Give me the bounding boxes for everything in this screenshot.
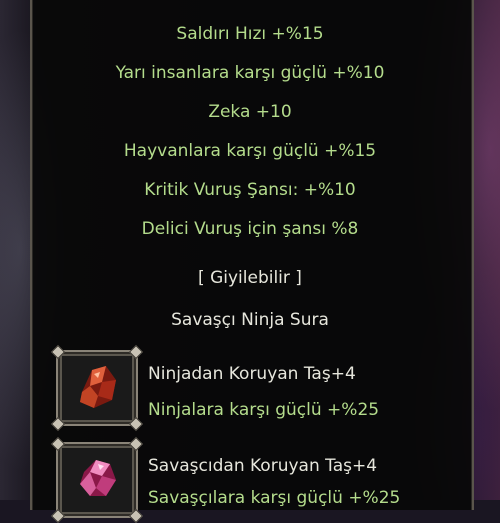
stat-critical: Kritik Vuruş Şansı: +%10 (144, 180, 356, 200)
stone-2-name: Savaşcıdan Koruyan Taş+4 (148, 456, 378, 476)
stat-intelligence: Zeka +10 (208, 102, 292, 122)
stone-slot-2 (50, 442, 144, 523)
stat-animals: Hayvanlara karşı güçlü +%15 (123, 141, 377, 161)
stat-half-humans: Yarı insanlara karşı güçlü +%10 (115, 63, 385, 83)
stone-slot-1 (50, 350, 144, 432)
stone-2-bonus: Savaşçılara karşı güçlü +%25 (148, 488, 401, 508)
pink-crystal-stone-icon (80, 460, 116, 496)
stone-1-bonus: Ninjalara karşı güçlü +%25 (148, 400, 380, 420)
stone-1-name: Ninjadan Koruyan Taş+4 (148, 364, 356, 384)
wearable-label: [ Giyilebilir ] (198, 268, 302, 288)
stat-piercing: Delici Vuruş için şansı %8 (141, 219, 359, 239)
wearable-classes: Savaşçı Ninja Sura (171, 310, 329, 330)
red-crystal-stone-icon (80, 366, 116, 408)
stat-attack-speed: Saldırı Hızı +%15 (176, 24, 324, 44)
